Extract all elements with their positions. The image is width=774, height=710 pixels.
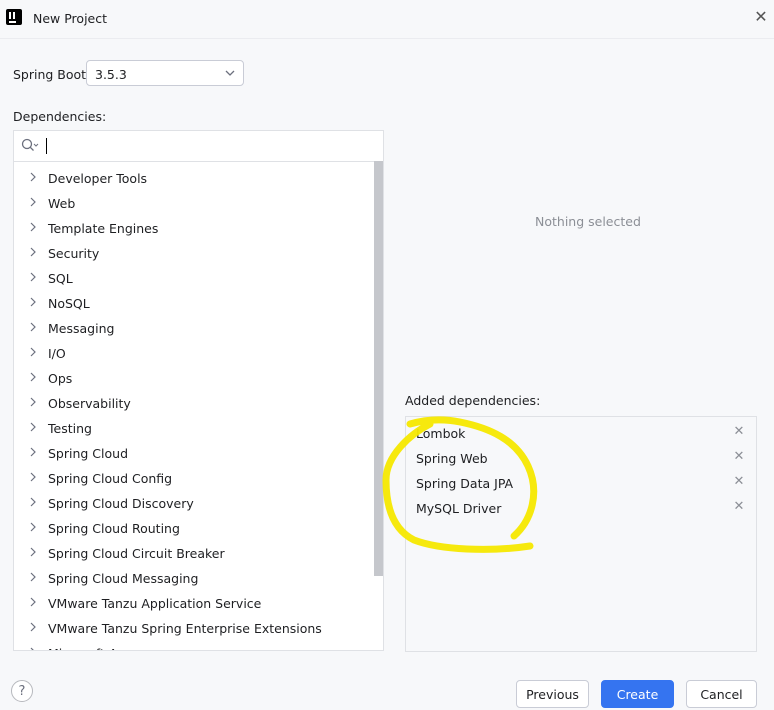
close-icon[interactable]: ✕ xyxy=(732,499,746,514)
tree-item-label: Spring Cloud Discovery xyxy=(48,496,194,511)
tree-item-label: Spring Cloud Config xyxy=(48,471,173,486)
tree-item-category[interactable]: Observability xyxy=(14,392,372,416)
chevron-right-icon[interactable] xyxy=(29,197,37,207)
chevron-right-icon[interactable] xyxy=(29,522,37,532)
tree-item-category[interactable]: Spring Cloud Config xyxy=(14,467,372,491)
tree-item-label: Web xyxy=(48,196,76,211)
close-icon[interactable]: ✕ xyxy=(732,449,746,464)
tree-item-label: Template Engines xyxy=(48,221,159,236)
tree-item-category[interactable]: SQL xyxy=(14,267,372,291)
chevron-right-icon[interactable] xyxy=(29,322,37,332)
chevron-right-icon[interactable] xyxy=(29,372,37,382)
nothing-selected-text: Nothing selected xyxy=(535,214,641,229)
chevron-right-icon[interactable] xyxy=(29,647,37,651)
chevron-right-icon[interactable] xyxy=(29,347,37,357)
tree-item-category[interactable]: I/O xyxy=(14,342,372,366)
dependency-search-input[interactable] xyxy=(46,136,370,158)
dependencies-label: Dependencies: xyxy=(13,109,107,124)
title-bar xyxy=(0,0,774,39)
tree-item-label: VMware Tanzu Application Service xyxy=(48,596,262,611)
spring-boot-version-value: 3.5.3 xyxy=(95,67,127,82)
tree-item-label: Testing xyxy=(48,421,92,436)
tree-item-category[interactable]: Developer Tools xyxy=(14,167,372,191)
tree-item-label: I/O xyxy=(48,346,66,361)
close-icon[interactable]: ✕ xyxy=(732,474,746,489)
tree-item-category[interactable]: Messaging xyxy=(14,317,372,341)
highlight-annotation xyxy=(382,416,538,553)
previous-button[interactable]: Previous xyxy=(516,680,589,708)
dependency-search-bar xyxy=(14,131,383,162)
chevron-right-icon[interactable] xyxy=(29,397,37,407)
tree-item-category[interactable]: Spring Cloud Messaging xyxy=(14,567,372,591)
tree-item-category[interactable]: Template Engines xyxy=(14,217,372,241)
tree-item-category[interactable]: VMware Tanzu Application Service xyxy=(14,592,372,616)
tree-item-label: NoSQL xyxy=(48,296,90,311)
tree-item-label: Spring Cloud xyxy=(48,446,129,461)
tree-item-category[interactable]: Spring Cloud Routing xyxy=(14,517,372,541)
tree-item-label: Messaging xyxy=(48,321,115,336)
spring-boot-version-select[interactable]: 3.5.3 xyxy=(86,60,244,86)
chevron-right-icon[interactable] xyxy=(29,247,37,257)
chevron-right-icon[interactable] xyxy=(29,622,37,632)
tree-item-label: Spring Cloud Messaging xyxy=(48,571,199,586)
chevron-right-icon[interactable] xyxy=(29,222,37,232)
cancel-button[interactable]: Cancel xyxy=(686,680,757,708)
search-icon[interactable] xyxy=(21,138,39,154)
intellij-logo-icon xyxy=(6,9,22,25)
chevron-right-icon[interactable] xyxy=(29,172,37,182)
tree-item-label: Observability xyxy=(48,396,131,411)
chevron-right-icon[interactable] xyxy=(29,597,37,607)
tree-item-label: VMware Tanzu Spring Enterprise Extension… xyxy=(48,621,322,636)
chevron-right-icon[interactable] xyxy=(29,497,37,507)
chevron-right-icon[interactable] xyxy=(29,547,37,557)
tree-item-category[interactable]: NoSQL xyxy=(14,292,372,316)
chevron-right-icon[interactable] xyxy=(29,572,37,582)
added-dependencies-label: Added dependencies: xyxy=(405,393,541,408)
chevron-right-icon[interactable] xyxy=(29,472,37,482)
help-button[interactable]: ? xyxy=(11,680,33,702)
tree-item-category[interactable]: Testing xyxy=(14,417,372,441)
chevron-right-icon[interactable] xyxy=(29,297,37,307)
dependencies-tree-panel: Developer Tools Web Template Engines Securi… xyxy=(13,130,384,651)
tree-item-label: SQL xyxy=(48,271,73,286)
window-title: New Project xyxy=(33,11,108,26)
close-icon[interactable]: ✕ xyxy=(732,424,746,439)
create-button[interactable]: Create xyxy=(601,680,674,708)
close-icon[interactable]: ✕ xyxy=(752,7,770,26)
tree-item-label: Developer Tools xyxy=(48,171,148,186)
tree-item-category[interactable]: Microsoft Azure xyxy=(14,642,372,651)
spring-boot-label: Spring Boot: xyxy=(13,67,91,82)
tree-item-label: Microsoft Azure xyxy=(48,646,144,650)
tree-item-label: Spring Cloud Routing xyxy=(48,521,180,536)
chevron-down-icon xyxy=(225,70,235,76)
tree-item-category[interactable]: Security xyxy=(14,242,372,266)
tree-item-label: Security xyxy=(48,246,100,261)
tree-item-category[interactable]: Spring Cloud Circuit Breaker xyxy=(14,542,372,566)
tree-item-category[interactable]: Web xyxy=(14,192,372,216)
chevron-right-icon[interactable] xyxy=(29,447,37,457)
chevron-right-icon[interactable] xyxy=(29,422,37,432)
tree-item-label: Ops xyxy=(48,371,73,386)
tree-item-category[interactable]: Spring Cloud Discovery xyxy=(14,492,372,516)
tree-item-label: Spring Cloud Circuit Breaker xyxy=(48,546,225,561)
chevron-right-icon[interactable] xyxy=(29,272,37,282)
tree-item-category[interactable]: Spring Cloud xyxy=(14,442,372,466)
text-caret xyxy=(46,138,47,154)
tree-item-category[interactable]: VMware Tanzu Spring Enterprise Extension… xyxy=(14,617,372,641)
tree-item-category[interactable]: Ops xyxy=(14,367,372,391)
